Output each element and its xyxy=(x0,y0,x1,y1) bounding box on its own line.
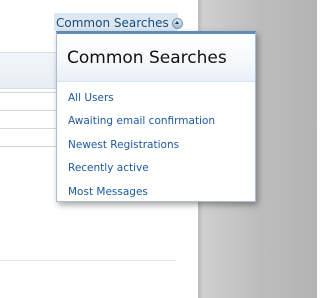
menu-title: Common Searches xyxy=(67,48,227,68)
common-searches-trigger[interactable]: Common Searches xyxy=(56,14,183,32)
menu-item-awaiting-email-confirmation[interactable]: Awaiting email confirmation xyxy=(57,110,255,134)
menu-item-most-messages[interactable]: Most Messages xyxy=(57,180,255,204)
menu-item-label[interactable]: Most Messages xyxy=(68,186,148,198)
row-divider xyxy=(0,146,60,147)
menu-item-all-users[interactable]: All Users xyxy=(57,86,255,110)
row-divider xyxy=(0,128,60,129)
row-divider xyxy=(0,110,60,111)
common-searches-menu: Common Searches All Users Awaiting email… xyxy=(56,31,256,202)
collapse-arrow-up-icon[interactable] xyxy=(171,17,183,29)
menu-list: All Users Awaiting email confirmation Ne… xyxy=(57,86,255,204)
menu-item-recently-active[interactable]: Recently active xyxy=(57,157,255,181)
menu-item-label[interactable]: Recently active xyxy=(68,162,149,174)
menu-item-label[interactable]: Newest Registrations xyxy=(68,139,179,151)
menu-item-newest-registrations[interactable]: Newest Registrations xyxy=(57,133,255,157)
section-header-bar xyxy=(0,52,60,89)
menu-header: Common Searches xyxy=(57,34,255,82)
panel-bottom-divider xyxy=(0,260,176,261)
menu-item-label[interactable]: All Users xyxy=(68,92,114,104)
menu-item-label[interactable]: Awaiting email confirmation xyxy=(68,115,215,127)
common-searches-trigger-label: Common Searches xyxy=(56,16,169,30)
row-divider xyxy=(0,92,60,93)
